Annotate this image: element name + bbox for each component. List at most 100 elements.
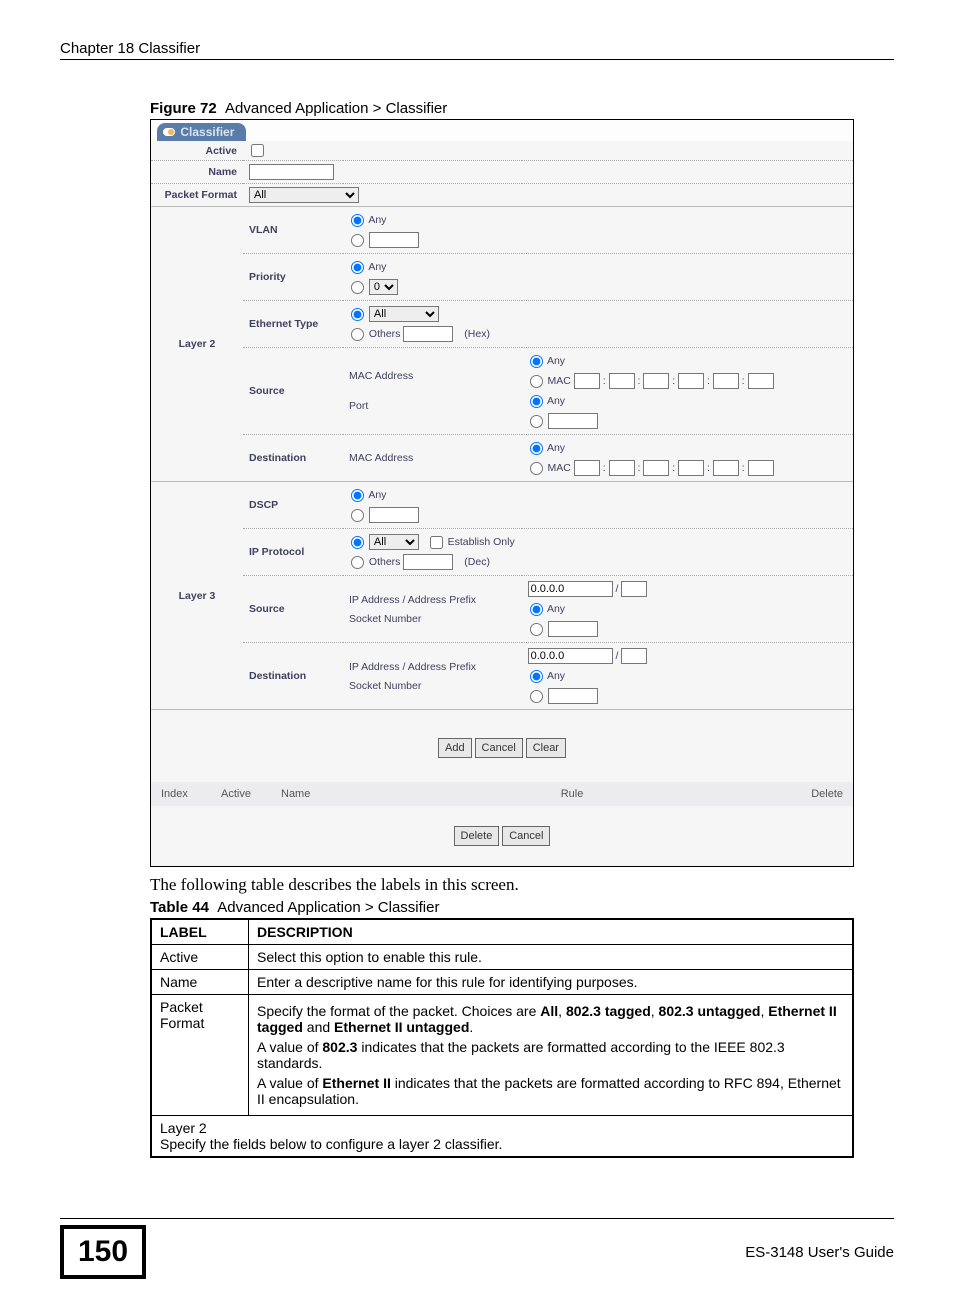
- dst-socket-input[interactable]: [548, 688, 598, 704]
- dst-prefix-input[interactable]: [621, 648, 647, 664]
- th-desc: DESCRIPTION: [249, 919, 854, 945]
- mac-address-label: MAC Address: [349, 370, 516, 382]
- active-label: Active: [151, 141, 243, 161]
- col-delete: Delete: [783, 788, 843, 800]
- classifier-tab[interactable]: Classifier: [157, 123, 246, 141]
- src-ip-input[interactable]: [528, 581, 613, 597]
- src-port-radio[interactable]: [530, 415, 543, 428]
- page-number: 150: [60, 1225, 146, 1279]
- table-row: Layer 2 Specify the fields below to conf…: [151, 1116, 853, 1158]
- table-row: Active Select this option to enable this…: [151, 945, 853, 970]
- ipproto-select[interactable]: All: [369, 534, 419, 550]
- dst-mac-radio[interactable]: [530, 462, 543, 475]
- ipproto-label: IP Protocol: [243, 529, 343, 576]
- dst-socket-radio[interactable]: [530, 690, 543, 703]
- dst-mac-1[interactable]: [574, 460, 600, 476]
- name-input[interactable]: [249, 164, 334, 180]
- l3-source-label: Source: [243, 576, 343, 643]
- ipproto-all-radio[interactable]: [351, 536, 364, 549]
- priority-value-radio[interactable]: [351, 281, 364, 294]
- dst-mac-5[interactable]: [713, 460, 739, 476]
- label-description-table: LABEL DESCRIPTION Active Select this opt…: [150, 918, 854, 1158]
- eth-type-label: Ethernet Type: [243, 301, 343, 348]
- col-index: Index: [161, 788, 221, 800]
- ipproto-others-radio[interactable]: [351, 556, 364, 569]
- table-row: Name Enter a descriptive name for this r…: [151, 970, 853, 995]
- src-mac-any-radio[interactable]: [530, 355, 543, 368]
- tab-icon: [163, 126, 177, 138]
- src-mac-2[interactable]: [609, 373, 635, 389]
- list-button-row: Delete Cancel: [151, 806, 853, 866]
- vlan-any-radio[interactable]: [351, 214, 364, 227]
- layer3-label: Layer 3: [151, 482, 243, 710]
- src-socket-input[interactable]: [548, 621, 598, 637]
- src-socket-any-radio[interactable]: [530, 603, 543, 616]
- dscp-any-radio[interactable]: [351, 489, 364, 502]
- cancel-button-2[interactable]: Cancel: [502, 826, 550, 846]
- eth-others-input[interactable]: [403, 326, 453, 342]
- src-socket-radio[interactable]: [530, 623, 543, 636]
- table-row: Packet Format Specify the format of the …: [151, 995, 853, 1116]
- src-mac-radio[interactable]: [530, 375, 543, 388]
- eth-type-select[interactable]: All: [369, 306, 439, 322]
- name-label: Name: [151, 161, 243, 184]
- src-port-input[interactable]: [548, 413, 598, 429]
- mac-address-label: MAC Address: [349, 452, 516, 464]
- establish-checkbox[interactable]: [430, 536, 443, 549]
- dst-socket-any-radio[interactable]: [530, 670, 543, 683]
- table-caption: Table 44 Advanced Application > Classifi…: [150, 899, 894, 916]
- delete-button[interactable]: Delete: [454, 826, 500, 846]
- eth-others-radio[interactable]: [351, 328, 364, 341]
- port-label: Port: [349, 400, 516, 412]
- body-text: The following table describes the labels…: [150, 875, 894, 895]
- vlan-value-radio[interactable]: [351, 234, 364, 247]
- figure-caption: Figure 72 Advanced Application > Classif…: [150, 100, 894, 117]
- ipproto-others-input[interactable]: [403, 554, 453, 570]
- packet-format-label: Packet Format: [151, 184, 243, 207]
- ip-addr-label: IP Address / Address Prefix: [349, 660, 516, 674]
- src-mac-1[interactable]: [574, 373, 600, 389]
- eth-all-radio[interactable]: [351, 308, 364, 321]
- cancel-button[interactable]: Cancel: [475, 738, 523, 758]
- vlan-label: VLAN: [243, 207, 343, 254]
- socket-label: Socket Number: [349, 613, 516, 625]
- src-port-any-radio[interactable]: [530, 395, 543, 408]
- src-prefix-input[interactable]: [621, 581, 647, 597]
- l2-source-label: Source: [243, 348, 343, 435]
- dst-mac-6[interactable]: [748, 460, 774, 476]
- src-mac-5[interactable]: [713, 373, 739, 389]
- packet-format-select[interactable]: All: [249, 187, 359, 203]
- page-header: Chapter 18 Classifier: [60, 40, 894, 60]
- clear-button[interactable]: Clear: [526, 738, 566, 758]
- src-mac-6[interactable]: [748, 373, 774, 389]
- layer2-label: Layer 2: [151, 207, 243, 482]
- l3-dest-label: Destination: [243, 643, 343, 710]
- priority-select[interactable]: 0: [369, 279, 398, 295]
- l2-dest-label: Destination: [243, 435, 343, 482]
- dst-mac-2[interactable]: [609, 460, 635, 476]
- form-button-row: Add Cancel Clear: [151, 710, 853, 782]
- src-mac-3[interactable]: [643, 373, 669, 389]
- dscp-input[interactable]: [369, 507, 419, 523]
- socket-label: Socket Number: [349, 680, 516, 692]
- priority-any-radio[interactable]: [351, 261, 364, 274]
- dst-ip-input[interactable]: [528, 648, 613, 664]
- classifier-screenshot: Classifier Active Name Packet Format All: [150, 119, 854, 867]
- active-checkbox[interactable]: [251, 144, 264, 157]
- rule-list-header: Index Active Name Rule Delete: [151, 782, 853, 806]
- col-rule: Rule: [361, 788, 783, 800]
- src-mac-4[interactable]: [678, 373, 704, 389]
- th-label: LABEL: [151, 919, 249, 945]
- dscp-label: DSCP: [243, 482, 343, 529]
- col-active: Active: [221, 788, 281, 800]
- priority-label: Priority: [243, 254, 343, 301]
- ip-addr-label: IP Address / Address Prefix: [349, 593, 516, 607]
- dst-mac-any-radio[interactable]: [530, 442, 543, 455]
- dst-mac-3[interactable]: [643, 460, 669, 476]
- vlan-input[interactable]: [369, 232, 419, 248]
- add-button[interactable]: Add: [438, 738, 472, 758]
- dst-mac-4[interactable]: [678, 460, 704, 476]
- guide-name: ES-3148 User's Guide: [745, 1244, 894, 1261]
- col-name: Name: [281, 788, 361, 800]
- dscp-value-radio[interactable]: [351, 509, 364, 522]
